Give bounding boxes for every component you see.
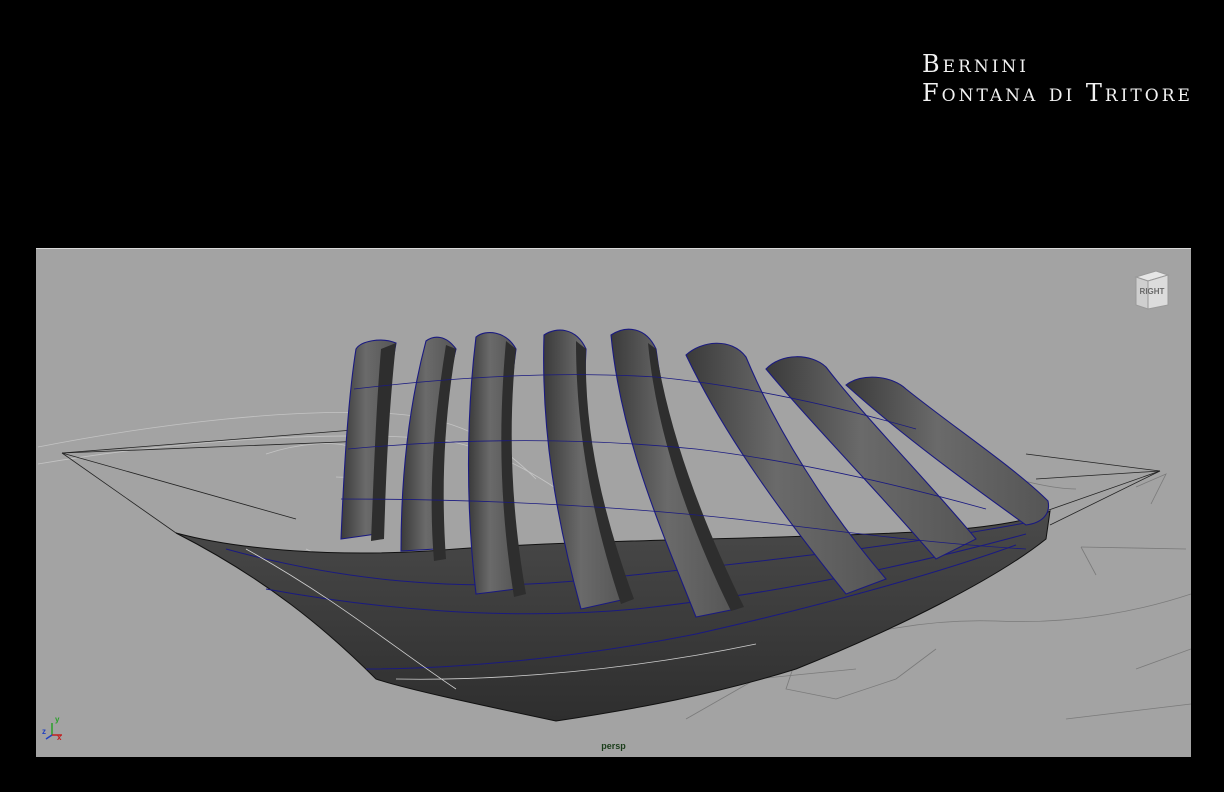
view-cube-face-label: RIGHT <box>1139 287 1165 296</box>
perspective-scene <box>37 328 1191 722</box>
title-line-2: Fontana di Tritore <box>922 79 1193 107</box>
3d-viewport[interactable]: RIGHT z y x persp <box>36 248 1191 757</box>
axis-z-label: z <box>42 727 46 736</box>
axis-y-label: y <box>55 715 60 724</box>
camera-name-label: persp <box>601 741 626 751</box>
title-block: Bernini Fontana di Tritore <box>922 50 1193 108</box>
title-line-1: Bernini <box>922 50 1030 78</box>
axis-gizmo: z y x <box>42 715 64 743</box>
